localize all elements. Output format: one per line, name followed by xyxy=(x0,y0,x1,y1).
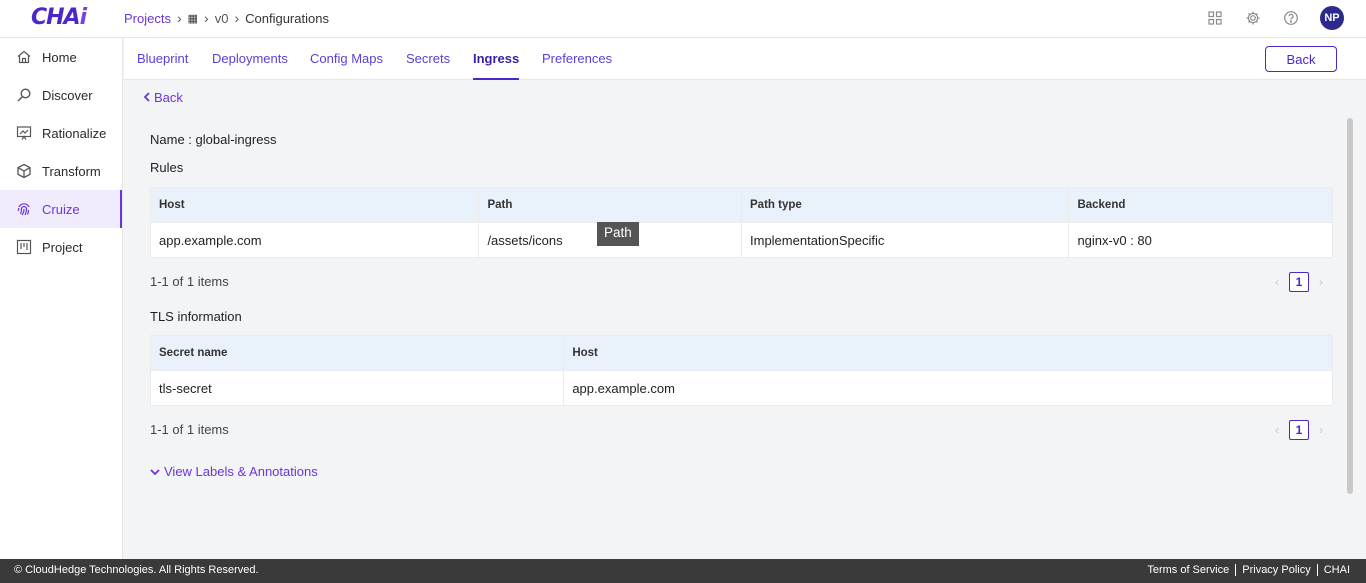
top-bar: CHAi Projects › ▦ › v0 › Configurations … xyxy=(0,0,1366,38)
rules-table: Host Path Path type Backend app.example.… xyxy=(150,187,1333,258)
chevron-left-icon xyxy=(143,90,151,105)
footer-links: Terms of Service Privacy Policy CHAI xyxy=(1141,564,1356,576)
page-number-button[interactable]: 1 xyxy=(1289,420,1309,440)
apps-grid-icon[interactable] xyxy=(1206,9,1224,27)
breadcrumb-projects[interactable]: Projects xyxy=(124,11,171,26)
footer: © CloudHedge Technologies. All Rights Re… xyxy=(0,559,1366,583)
table-row: app.example.com /assets/icons Implementa… xyxy=(151,222,1332,257)
tab-preferences[interactable]: Preferences xyxy=(542,51,612,66)
tls-title: TLS information xyxy=(150,309,242,324)
tab-deployments[interactable]: Deployments xyxy=(212,51,288,66)
tab-bar: Blueprint Deployments Config Maps Secret… xyxy=(124,38,1366,80)
next-page-icon[interactable]: › xyxy=(1319,423,1323,437)
help-icon[interactable] xyxy=(1282,9,1300,27)
tab-secrets[interactable]: Secrets xyxy=(406,51,450,66)
tab-blueprint[interactable]: Blueprint xyxy=(137,51,188,66)
view-labels-toggle[interactable]: View Labels & Annotations xyxy=(150,464,318,479)
sidebar-item-cruize[interactable]: Cruize xyxy=(0,190,122,228)
breadcrumb-grid-icon[interactable]: ▦ xyxy=(188,12,198,25)
fingerprint-icon xyxy=(16,201,32,217)
breadcrumb-current: Configurations xyxy=(245,10,329,26)
discover-icon xyxy=(16,87,32,103)
vertical-scrollbar[interactable] xyxy=(1347,118,1353,494)
back-button[interactable]: Back xyxy=(1265,46,1337,72)
sidebar-item-discover[interactable]: Discover xyxy=(0,76,122,114)
prev-page-icon[interactable]: ‹ xyxy=(1275,423,1279,437)
tls-table: Secret name Host tls-secret app.example.… xyxy=(150,335,1333,406)
tls-pagination: ‹ 1 › xyxy=(1275,420,1323,440)
sidebar-item-label: Transform xyxy=(42,163,101,179)
table-header: Host Path Path type Backend xyxy=(151,188,1332,222)
sidebar-item-label: Home xyxy=(42,49,77,65)
sidebar-item-label: Cruize xyxy=(42,201,80,217)
ingress-name: Name : global-ingress xyxy=(150,132,277,147)
copyright-text: © CloudHedge Technologies. All Rights Re… xyxy=(14,564,259,576)
rules-title: Rules xyxy=(150,160,184,175)
prev-page-icon[interactable]: ‹ xyxy=(1275,275,1279,289)
sidebar-item-transform[interactable]: Transform xyxy=(0,152,122,190)
cell-path-type: ImplementationSpecific xyxy=(742,223,1070,257)
gear-icon[interactable] xyxy=(1244,9,1262,27)
cell-secret-name: tls-secret xyxy=(151,371,565,405)
chevron-right-icon: › xyxy=(176,10,182,26)
back-link-label: Back xyxy=(154,90,183,105)
column-header-path-type[interactable]: Path type xyxy=(742,188,1070,222)
next-page-icon[interactable]: › xyxy=(1319,275,1323,289)
cell-backend: nginx-v0 : 80 xyxy=(1077,232,1152,248)
sidebar-item-rationalize[interactable]: Rationalize xyxy=(0,114,122,152)
sidebar-item-label: Rationalize xyxy=(42,125,107,141)
tab-ingress[interactable]: Ingress xyxy=(473,51,520,80)
sidebar-item-label: Project xyxy=(42,239,83,255)
rules-item-count: 1-1 of 1 items xyxy=(150,274,229,289)
sidebar-item-label: Discover xyxy=(42,87,93,103)
breadcrumb: Projects › ▦ › v0 › Configurations xyxy=(124,10,329,26)
cell-host: app.example.com xyxy=(151,223,480,257)
column-header-backend[interactable]: Backend xyxy=(1069,188,1332,222)
path-tooltip: Path xyxy=(597,222,639,246)
cell-host: app.example.com xyxy=(572,380,675,396)
chai-logo[interactable]: CHAi xyxy=(31,5,87,30)
page-number-button[interactable]: 1 xyxy=(1289,272,1309,292)
home-icon xyxy=(16,49,32,65)
rationalize-icon xyxy=(16,125,32,141)
terms-of-service-link[interactable]: Terms of Service xyxy=(1141,564,1235,576)
sidebar: Home Discover Rationalize Transform Crui… xyxy=(0,38,123,559)
header-actions: NP xyxy=(1206,6,1344,30)
board-icon xyxy=(16,239,32,255)
chevron-right-icon: › xyxy=(234,10,240,26)
sidebar-item-home[interactable]: Home xyxy=(0,38,122,76)
privacy-policy-link[interactable]: Privacy Policy xyxy=(1235,564,1316,576)
column-header-secret-name[interactable]: Secret name xyxy=(151,336,565,370)
column-header-host[interactable]: Host xyxy=(151,188,480,222)
cube-icon xyxy=(16,163,32,179)
breadcrumb-version[interactable]: v0 xyxy=(215,11,229,26)
chevron-right-icon: › xyxy=(204,10,209,26)
column-header-host[interactable]: Host xyxy=(564,336,1332,370)
sidebar-item-project[interactable]: Project xyxy=(0,228,122,266)
view-labels-label: View Labels & Annotations xyxy=(164,464,318,479)
column-header-path[interactable]: Path xyxy=(479,188,742,222)
chai-link[interactable]: CHAI xyxy=(1316,564,1356,576)
rules-pagination: ‹ 1 › xyxy=(1275,272,1323,292)
table-row: tls-secret app.example.com xyxy=(151,370,1332,405)
tab-config-maps[interactable]: Config Maps xyxy=(310,51,383,66)
table-header: Secret name Host xyxy=(151,336,1332,370)
back-link[interactable]: Back xyxy=(143,90,183,105)
chevron-down-icon xyxy=(150,464,160,479)
tls-item-count: 1-1 of 1 items xyxy=(150,422,229,437)
avatar[interactable]: NP xyxy=(1320,6,1344,30)
